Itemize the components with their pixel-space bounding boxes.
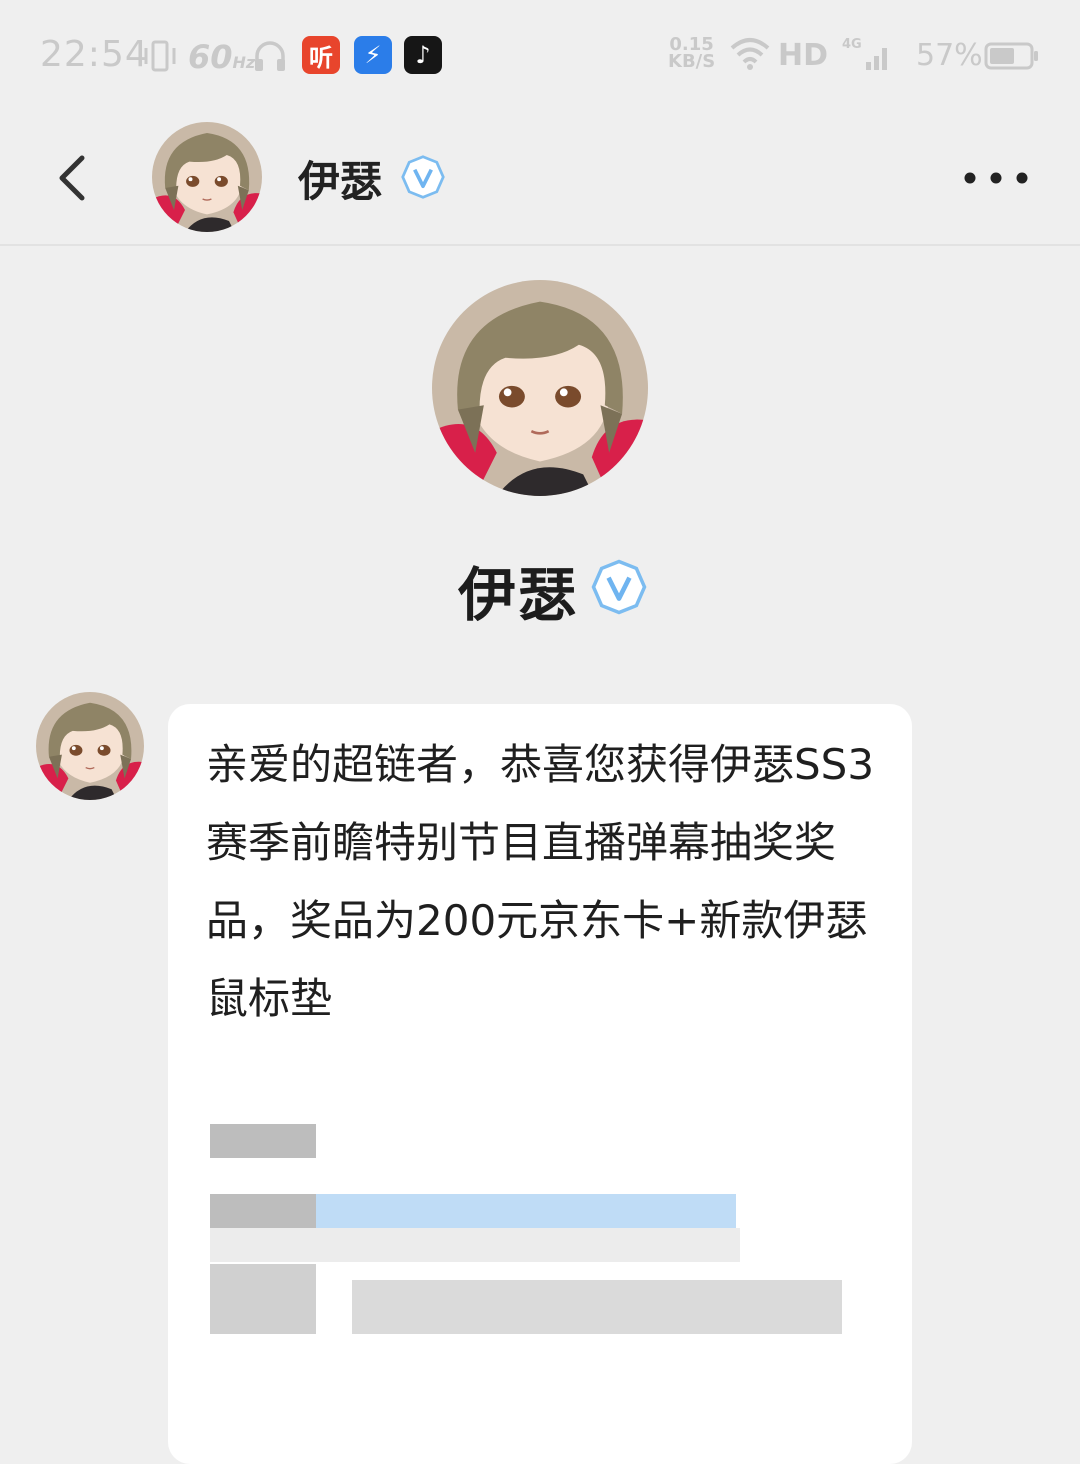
- net-speed: 0.15 KB/S: [668, 34, 716, 72]
- signal-icon: 4G: [842, 37, 887, 70]
- headphones-icon: [255, 41, 285, 71]
- header-username: 伊瑟: [298, 157, 383, 206]
- message-bubble: 亲爱的超链者，恭喜您获得伊瑟SS3赛季前瞻特别节目直播弹幕抽奖奖品，奖品为200…: [168, 704, 912, 1464]
- profile-verified-icon: [590, 558, 648, 616]
- back-button[interactable]: [50, 150, 94, 206]
- battery-icon: [984, 42, 1038, 70]
- tiktok-app-icon: ♪: [404, 36, 442, 74]
- verified-icon: [400, 154, 446, 200]
- hd-indicator: HD: [778, 38, 829, 73]
- wifi-icon: [730, 38, 770, 70]
- status-bar: 22:54 60Hz 听 ⚡ ♪ 0.15 KB/S HD 4G 57%: [0, 0, 1080, 112]
- status-time: 22:54: [40, 34, 149, 75]
- message-sender-avatar[interactable]: [36, 692, 144, 800]
- more-options-button[interactable]: [960, 168, 1032, 188]
- listen-app-icon: 听: [302, 36, 340, 74]
- profile-name: 伊瑟: [458, 561, 579, 629]
- bolt-app-icon: ⚡: [354, 36, 392, 74]
- header-avatar[interactable]: [152, 122, 262, 232]
- refresh-rate: 60Hz: [188, 38, 256, 76]
- battery-percent: 57%: [916, 38, 983, 73]
- svg-text:4G: 4G: [842, 37, 862, 52]
- message-text: 亲爱的超链者，恭喜您获得伊瑟SS3赛季前瞻特别节目直播弹幕抽奖奖品，奖品为200…: [206, 740, 875, 1023]
- chat-header: 伊瑟: [0, 112, 1080, 246]
- vibrate-icon: [144, 40, 176, 72]
- profile-avatar[interactable]: [432, 280, 648, 496]
